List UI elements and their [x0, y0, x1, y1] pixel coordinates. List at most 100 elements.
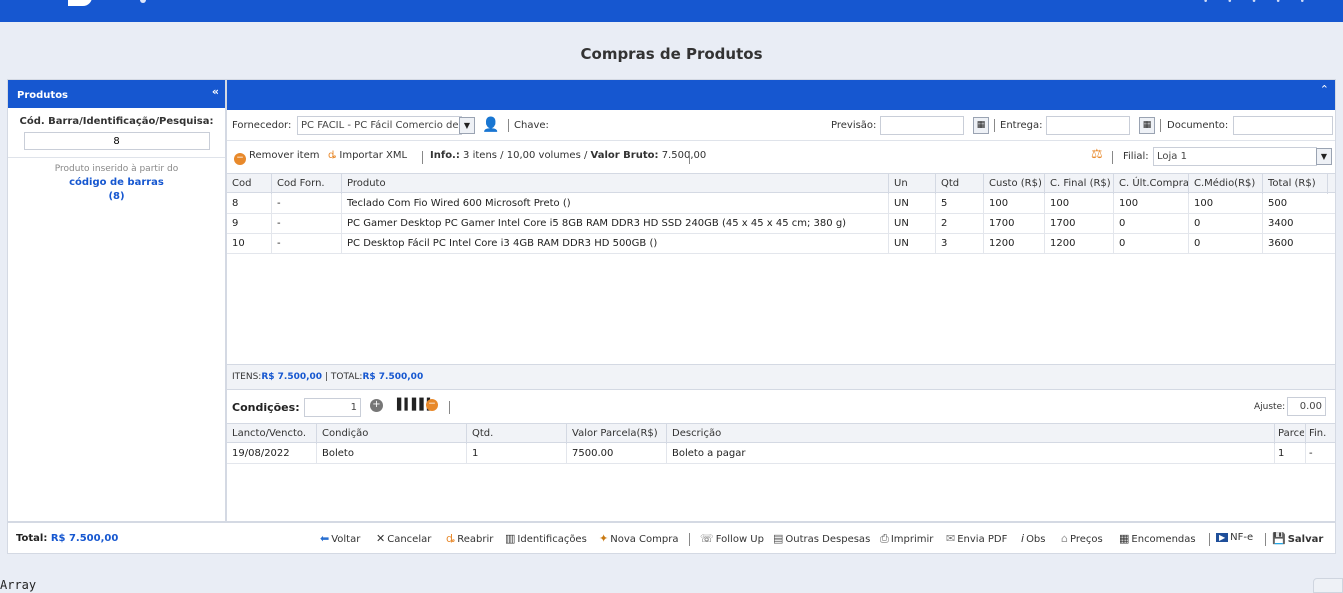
supplier-dropdown-icon[interactable]: ▼: [459, 117, 475, 134]
document-input[interactable]: [1233, 116, 1333, 135]
document-label: Documento:: [1167, 120, 1229, 131]
follow-up-button[interactable]: ☏ Follow Up: [700, 532, 764, 545]
items-value: R$ 7.500,00: [261, 372, 323, 382]
precos-button[interactable]: ⌂ Preços: [1061, 532, 1103, 545]
cell-cod: 9: [232, 218, 239, 229]
column-separator: [566, 424, 567, 444]
cell-c-medio: 0: [1194, 218, 1201, 229]
branch-dropdown-icon[interactable]: ▼: [1316, 148, 1332, 165]
divider: [8, 157, 225, 158]
column-separator: [888, 234, 889, 254]
outras-despesas-button[interactable]: ▤ Outras Despesas: [773, 532, 870, 545]
column-separator: [271, 234, 272, 254]
import-xml-button[interactable]: ȡ Importar XML: [328, 150, 407, 161]
table-icon: ▦: [1119, 532, 1130, 545]
col-cod[interactable]: Cod: [232, 178, 251, 189]
delivery-date-input[interactable]: [1046, 116, 1130, 135]
column-separator: [935, 194, 936, 214]
barcode-icon: ▥: [505, 532, 516, 545]
encomendas-button[interactable]: ▦ Encomendas: [1119, 532, 1196, 545]
col-parcela[interactable]: Parce: [1278, 428, 1304, 439]
col-condicao[interactable]: Condição: [322, 428, 368, 439]
identificacoes-button[interactable]: ▥ Identificações: [505, 532, 587, 545]
barcode-search-input[interactable]: [23, 132, 210, 150]
remove-condition-icon[interactable]: −: [426, 399, 438, 411]
cell-valor-parcela: 7500.00: [572, 448, 614, 459]
info-summary: Info.: 3 itens / 10,00 volumes / Valor B…: [430, 150, 707, 161]
total-label: TOTAL:: [330, 372, 363, 382]
branch-select[interactable]: Loja 1: [1153, 147, 1317, 166]
cell-cod-forn: -: [277, 218, 281, 229]
reabrir-button[interactable]: ȡ Reabrir: [446, 532, 493, 545]
col-qtd[interactable]: Qtd.: [472, 428, 493, 439]
cell-total: 3400: [1268, 218, 1294, 229]
adjust-input[interactable]: [1287, 397, 1326, 416]
col-fin[interactable]: Fin.: [1309, 428, 1326, 439]
imprimir-button[interactable]: ⎙ Imprimir: [880, 532, 933, 546]
forecast-date-input[interactable]: [880, 116, 964, 135]
col-c-ult-compra[interactable]: C. Últ.Compra: [1119, 178, 1189, 189]
col-descricao[interactable]: Descrição: [672, 428, 721, 439]
x-icon: ✕: [376, 532, 386, 545]
cell-qtd: 1: [472, 448, 479, 459]
column-separator: [1305, 424, 1306, 444]
col-total[interactable]: Total (R$): [1268, 178, 1316, 189]
col-qtd[interactable]: Qtd: [941, 178, 959, 189]
col-lancto-vencto[interactable]: Lancto/Vencto.: [232, 428, 306, 439]
supplier-lookup-icon[interactable]: 👤: [482, 117, 499, 133]
nova-compra-button[interactable]: ✦ Nova Compra: [599, 532, 678, 545]
forecast-calendar-icon[interactable]: ▦: [973, 117, 989, 134]
col-produto[interactable]: Produto: [347, 178, 386, 189]
cancelar-button[interactable]: ✕ Cancelar: [376, 532, 431, 545]
balance-scale-icon[interactable]: ⚖: [1091, 147, 1103, 162]
debug-output-text: Array: [0, 578, 37, 592]
cell-produto: PC Desktop Fácil PC Intel Core i3 4GB RA…: [347, 238, 658, 249]
column-separator: [1113, 194, 1114, 214]
col-c-final[interactable]: C. Final (R$): [1050, 178, 1111, 189]
table-row[interactable]: 10 - PC Desktop Fácil PC Intel Core i3 4…: [227, 234, 1335, 254]
divider: [227, 140, 1335, 141]
cell-cod-forn: -: [277, 238, 281, 249]
column-separator: [1113, 234, 1114, 254]
add-condition-icon[interactable]: +: [370, 399, 383, 412]
corner-widget[interactable]: [1313, 578, 1343, 593]
condition-row[interactable]: 19/08/2022 Boleto 1 7500.00 Boleto a pag…: [227, 444, 1335, 464]
collapse-up-icon[interactable]: ⌃: [1320, 83, 1329, 96]
col-cod-forn[interactable]: Cod Forn.: [277, 178, 325, 189]
reopen-icon: ȡ: [446, 532, 456, 545]
collapse-left-icon[interactable]: «: [212, 85, 219, 98]
table-row[interactable]: 8 - Teclado Com Fio Wired 600 Microsoft …: [227, 194, 1335, 214]
delivery-calendar-icon[interactable]: ▦: [1139, 117, 1155, 134]
column-separator: [1044, 174, 1045, 194]
cell-c-final: 1700: [1050, 218, 1076, 229]
table-row[interactable]: 9 - PC Gamer Desktop PC Gamer Intel Core…: [227, 214, 1335, 234]
voltar-button[interactable]: ⬅ Voltar: [320, 532, 360, 545]
envia-pdf-button[interactable]: ✉ Envia PDF: [946, 532, 1007, 545]
obs-button[interactable]: i Obs: [1021, 532, 1046, 545]
separator: [1265, 533, 1266, 546]
col-custo[interactable]: Custo (R$): [989, 178, 1042, 189]
column-separator: [271, 174, 272, 194]
nfe-button[interactable]: ▶ NF-e: [1216, 532, 1253, 543]
products-panel-header: Produtos «: [8, 80, 225, 108]
forecast-label: Previsão:: [831, 120, 877, 131]
column-separator: [666, 424, 667, 444]
supplier-select[interactable]: PC FACIL - PC Fácil Comercio de: [297, 116, 462, 135]
column-separator: [341, 194, 342, 214]
envelope-icon: ✉: [946, 532, 956, 545]
salvar-button[interactable]: 💾 Salvar: [1272, 532, 1323, 545]
cell-fin: -: [1309, 448, 1313, 459]
top-navbar: • • • • •: [0, 0, 1343, 22]
app-logo[interactable]: [68, 0, 92, 6]
top-menu-icons[interactable]: • • • • •: [1203, 0, 1313, 7]
adjust-label: Ajuste:: [1254, 402, 1286, 412]
conditions-count-input[interactable]: [304, 398, 361, 417]
document-add-icon: ▤: [773, 532, 784, 545]
cell-c-final: 1200: [1050, 238, 1076, 249]
col-un[interactable]: Un: [894, 178, 908, 189]
actions-row: − Remover item ȡ Importar XML Info.: 3 ite…: [227, 145, 1335, 169]
cell-c-medio: 0: [1194, 238, 1201, 249]
col-valor-parcela[interactable]: Valor Parcela(R$): [572, 428, 658, 439]
remove-item-button[interactable]: − Remover item: [234, 150, 319, 165]
col-c-medio[interactable]: C.Médio(R$): [1194, 178, 1255, 189]
